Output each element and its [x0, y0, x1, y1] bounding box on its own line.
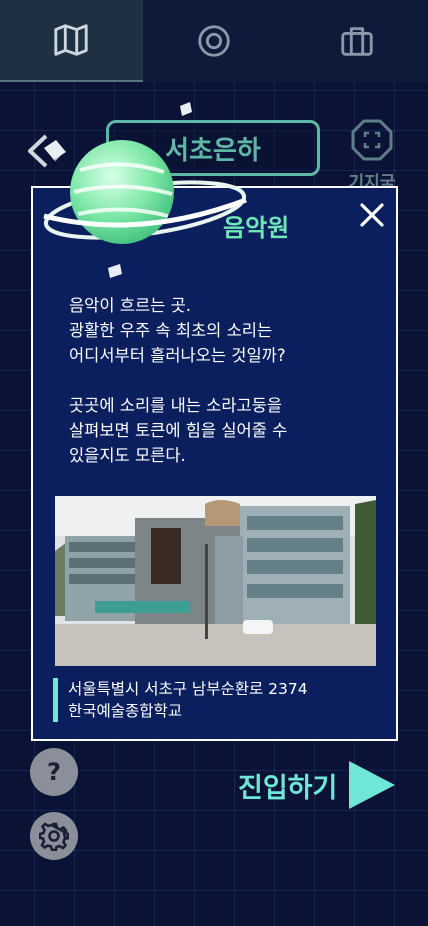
address-block: 서울특별시 서초구 남부순환로 2374 한국예술종합학교 [53, 678, 308, 722]
tab-inventory[interactable] [285, 0, 428, 82]
target-icon [198, 25, 230, 57]
question-mark-icon: ? [47, 758, 61, 786]
briefcase-icon [340, 27, 373, 56]
enter-label: 진입하기 [238, 772, 338, 804]
planet-illustration [43, 102, 247, 278]
settings-button[interactable] [30, 812, 78, 860]
tab-map[interactable] [0, 0, 143, 82]
close-icon[interactable] [357, 200, 387, 230]
base-station-button[interactable]: 기지국 [340, 118, 404, 193]
gear-icon [39, 822, 69, 851]
play-triangle-icon [349, 761, 396, 809]
top-tab-bar [0, 0, 428, 82]
tab-target[interactable] [143, 0, 286, 82]
address-line: 서울특별시 서초구 남부순환로 2374 [68, 680, 308, 698]
popup-description: 음악이 흐르는 곳. 광활한 우주 속 최초의 소리는 어디서부터 흘러나오는 … [69, 296, 288, 465]
location-photo [55, 496, 376, 666]
help-button[interactable]: ? [30, 748, 78, 796]
enter-button[interactable]: 진입하기 [238, 756, 397, 814]
location-name: 한국예술종합학교 [68, 702, 183, 720]
scan-octagon-icon [351, 119, 393, 161]
map-icon [54, 24, 88, 56]
